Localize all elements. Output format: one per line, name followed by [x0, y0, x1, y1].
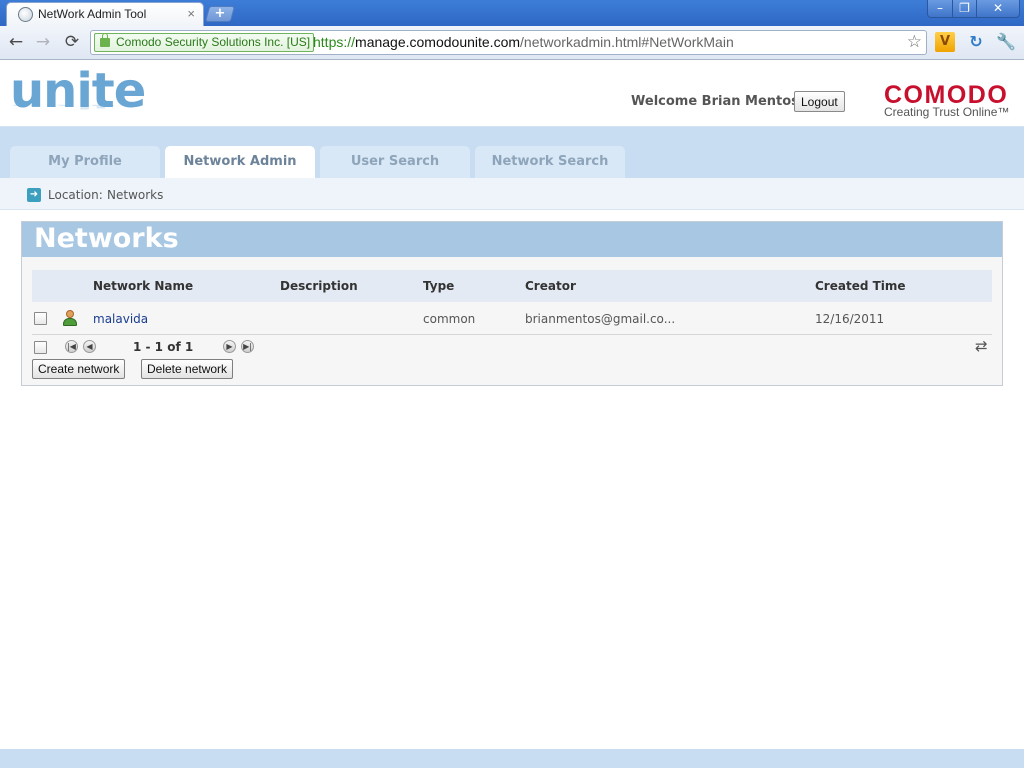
tab-title: NetWork Admin Tool [38, 7, 147, 21]
url-host: manage.comodounite.com [355, 34, 521, 50]
reload-icon[interactable]: ⟳ [61, 31, 83, 53]
previous-page-icon[interactable]: ◀ [83, 340, 96, 353]
new-tab-button[interactable]: + [204, 6, 236, 22]
location-value: Networks [107, 188, 164, 202]
forward-arrow-icon[interactable]: → [32, 31, 54, 53]
minimize-button[interactable]: – [927, 0, 953, 18]
row-checkbox[interactable] [34, 312, 47, 325]
browser-tab[interactable]: NetWork Admin Tool × [6, 2, 204, 26]
column-created-time[interactable]: Created Time [815, 279, 906, 293]
url-text[interactable]: https://manage.comodounite.com/networkad… [313, 34, 734, 50]
tab-network-admin[interactable]: Network Admin [165, 146, 315, 178]
unite-logo-reflection: unite [10, 105, 145, 111]
column-network-name[interactable]: Network Name [93, 279, 193, 293]
network-created-time: 12/16/2011 [815, 312, 885, 326]
network-name-link[interactable]: malavida [93, 312, 148, 326]
lock-icon [100, 33, 110, 47]
breadcrumb: ➜ Location: Networks [0, 178, 1024, 210]
table-header: Network Name Description Type Creator Cr… [32, 270, 992, 302]
network-creator: brianmentos@gmail.co... [525, 312, 676, 326]
url-path: /networkadmin.html#NetWorkMain [520, 34, 734, 50]
pager: |◀ ◀ 1 - 1 of 1 ▶ ▶| ⇄ [32, 336, 992, 358]
globe-icon [18, 7, 33, 22]
maximize-button[interactable]: ❐ [952, 0, 977, 18]
panel-title: Networks [34, 223, 179, 254]
refresh-icon[interactable]: ⇄ [975, 337, 988, 355]
column-creator[interactable]: Creator [525, 279, 576, 293]
panel-header: Networks [22, 222, 1002, 257]
back-arrow-icon[interactable]: ← [5, 31, 27, 53]
page: unite unite Welcome Brian Mentos Logout … [0, 61, 1024, 768]
browser-toolbar: ← → ⟳ Comodo Security Solutions Inc. [US… [0, 26, 1024, 60]
page-indicator: 1 - 1 of 1 [133, 340, 194, 354]
tab-network-search[interactable]: Network Search [475, 146, 625, 178]
network-type: common [423, 312, 476, 326]
create-network-button[interactable]: Create network [32, 359, 126, 379]
plus-icon: + [214, 6, 226, 21]
column-description[interactable]: Description [280, 279, 358, 293]
column-type[interactable]: Type [423, 279, 454, 293]
first-page-icon[interactable]: |◀ [65, 340, 78, 353]
address-bar[interactable]: Comodo Security Solutions Inc. [US] http… [90, 30, 927, 55]
site-header: unite unite Welcome Brian Mentos Logout … [0, 61, 1024, 127]
next-page-icon[interactable]: ▶ [223, 340, 236, 353]
table-row[interactable]: malavida common brianmentos@gmail.co... … [32, 302, 992, 335]
user-icon [62, 310, 78, 326]
location-label: Location: [48, 188, 103, 202]
wrench-icon[interactable]: 🔧 [996, 32, 1016, 52]
networks-panel: Networks Network Name Description Type C… [21, 221, 1003, 386]
main-tabs: My Profile Network Admin User Search Net… [0, 127, 1024, 178]
footer-band [0, 749, 1024, 768]
select-all-checkbox[interactable] [34, 341, 47, 354]
logout-button[interactable]: Logout [794, 91, 845, 112]
comodo-tagline: Creating Trust Online™ [884, 105, 1010, 119]
extension-sync-icon[interactable]: ↻ [966, 32, 986, 52]
tab-user-search[interactable]: User Search [320, 146, 470, 178]
close-window-button[interactable]: ✕ [976, 0, 1020, 18]
last-page-icon[interactable]: ▶| [241, 340, 254, 353]
location-arrow-icon: ➜ [27, 188, 41, 202]
browser-titlebar: NetWork Admin Tool × + – ❐ ✕ [0, 0, 1024, 26]
ev-certificate-label: Comodo Security Solutions Inc. [US] [116, 35, 311, 49]
ev-certificate-badge[interactable]: Comodo Security Solutions Inc. [US] [94, 33, 315, 52]
url-scheme: https:// [313, 34, 356, 50]
tab-close-icon[interactable]: × [187, 6, 195, 21]
delete-network-button[interactable]: Delete network [141, 359, 234, 379]
tab-my-profile[interactable]: My Profile [10, 146, 160, 178]
extension-v-icon[interactable]: V [935, 32, 955, 52]
bookmark-star-icon[interactable]: ☆ [907, 32, 922, 52]
welcome-text: Welcome Brian Mentos [631, 94, 799, 109]
